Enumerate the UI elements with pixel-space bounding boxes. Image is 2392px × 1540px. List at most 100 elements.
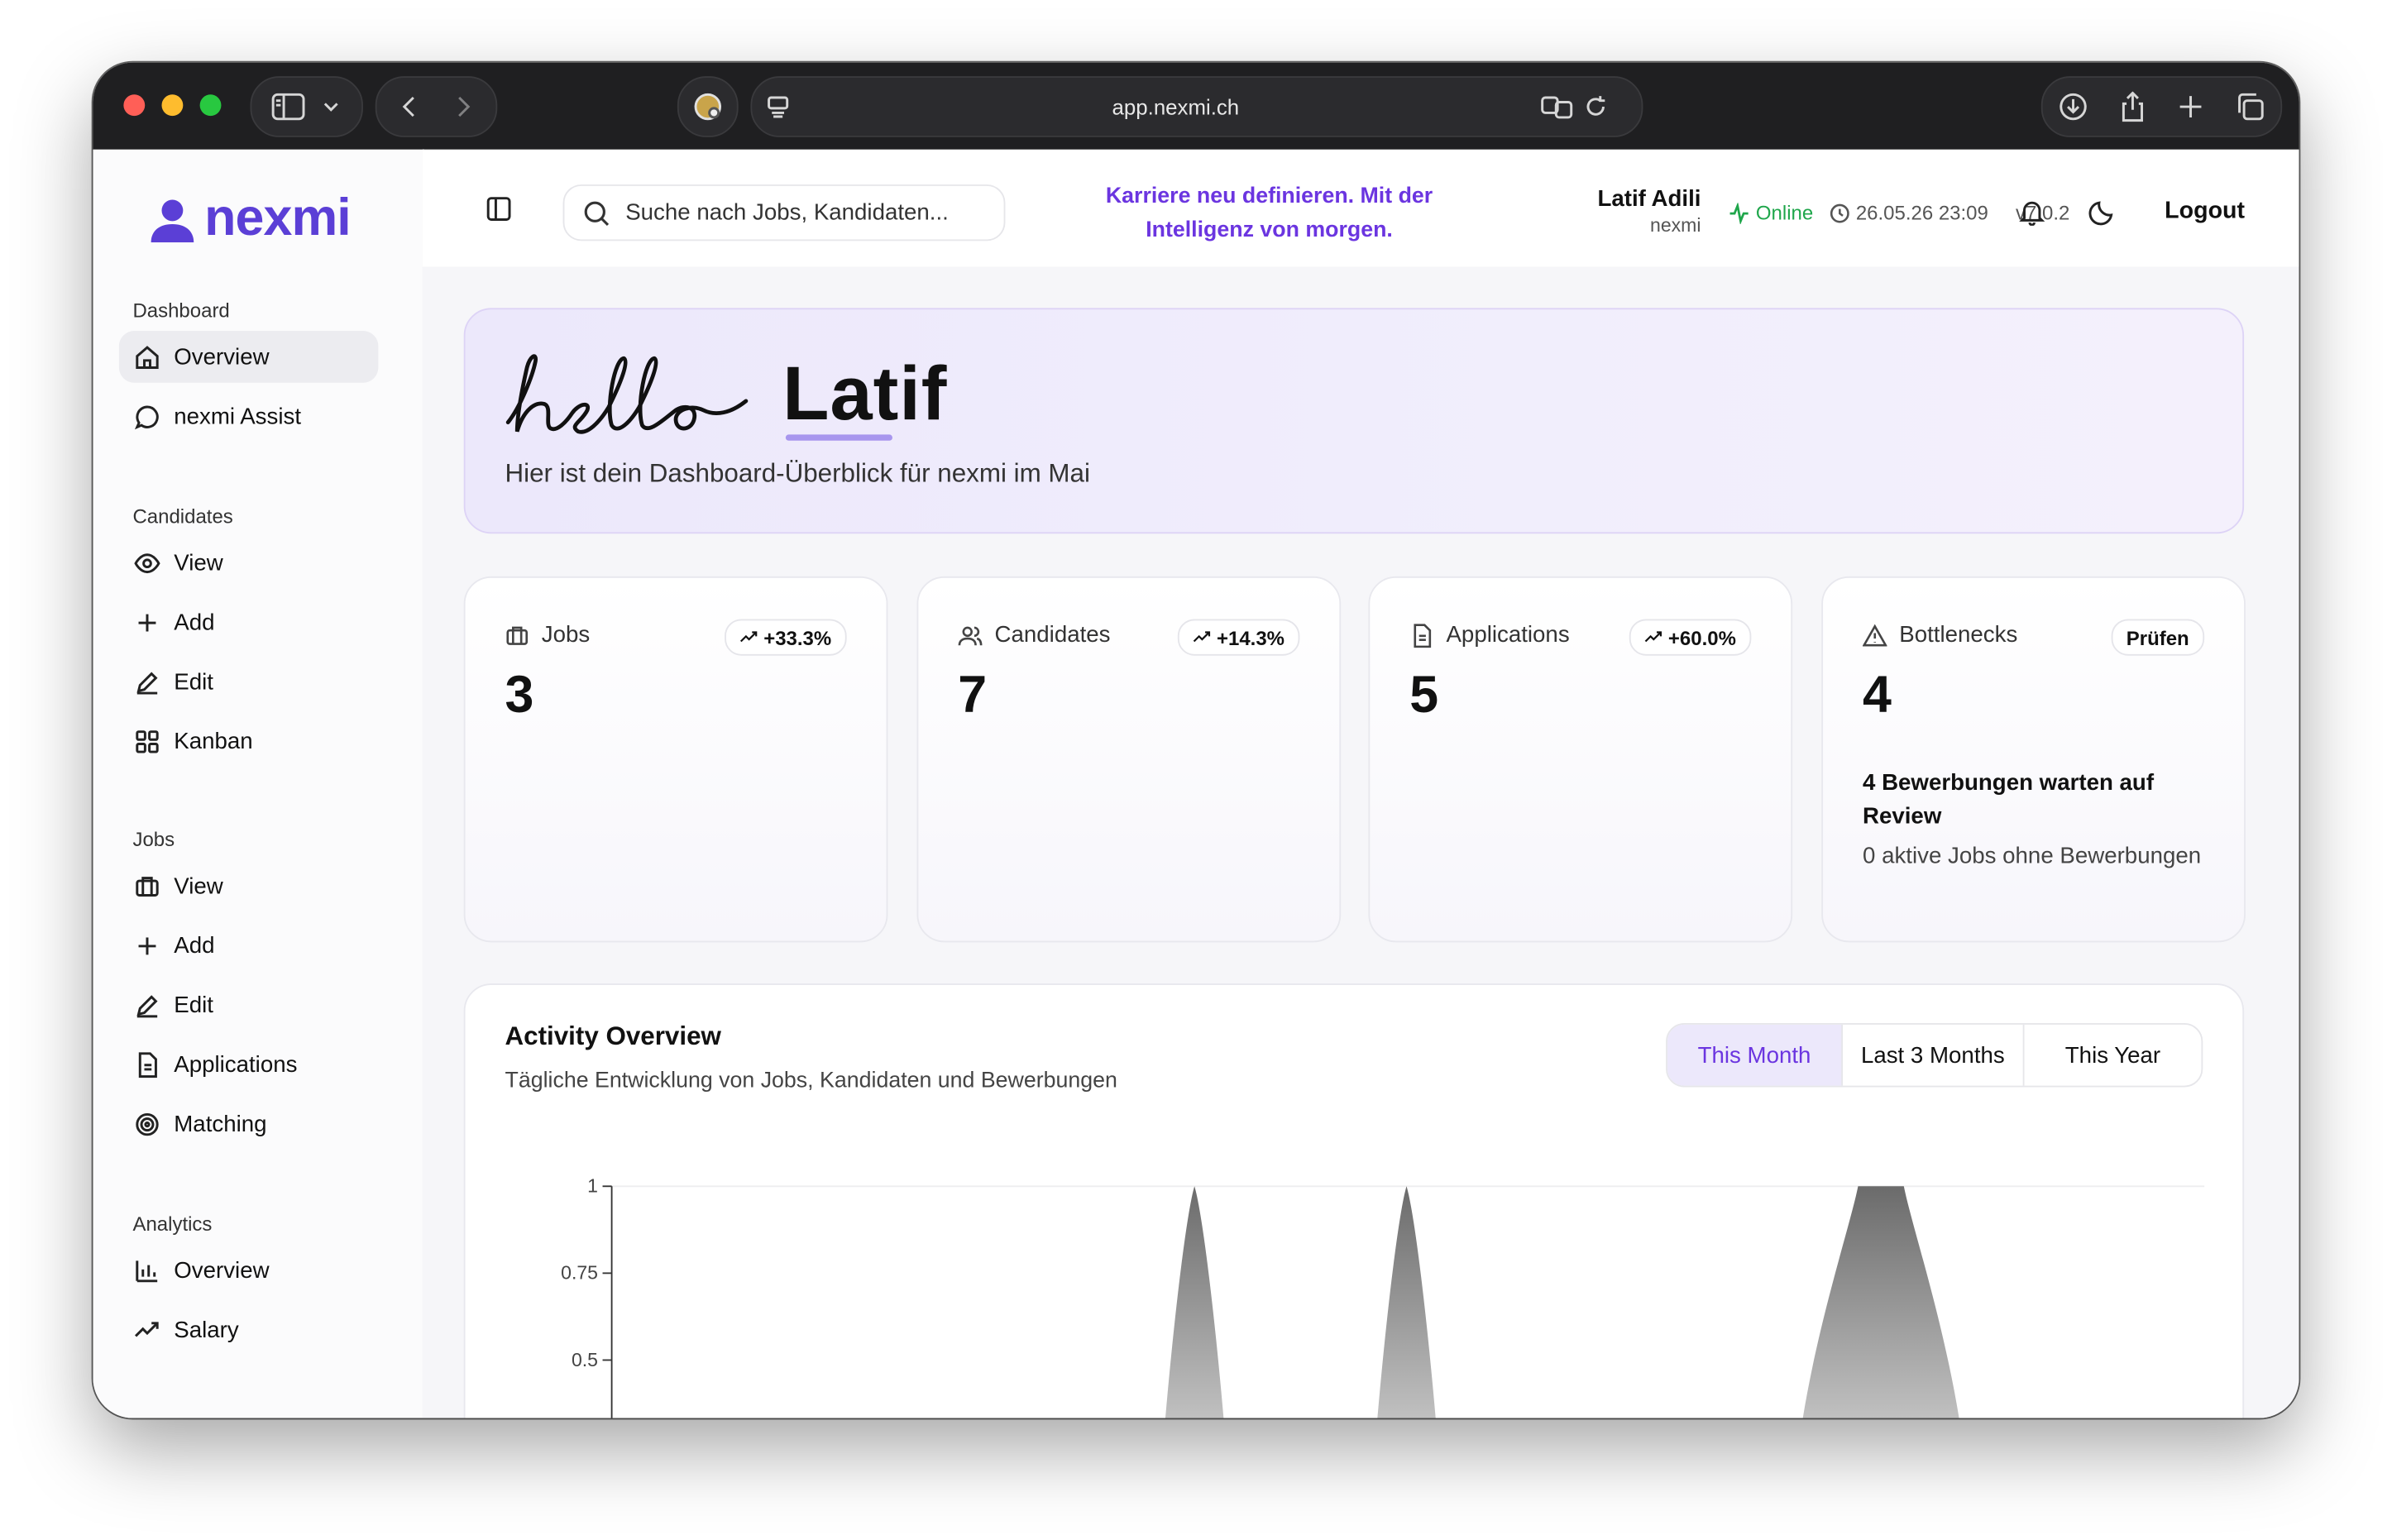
sidebar-item-candidates-view[interactable]: View [119,537,379,589]
back-icon[interactable] [398,94,419,118]
hello-text: hello [502,346,505,347]
sidebar-item-label: Kanban [174,728,253,754]
minimize-window-button[interactable] [161,94,184,117]
page-menu-icon[interactable] [766,94,791,118]
review-badge[interactable]: Prüfen [2111,619,2205,656]
sidebar-section-analytics: Analytics [132,1212,213,1236]
trend-up-icon [1192,631,1210,643]
nav-buttons [375,76,498,137]
activity-overview-panel: Activity Overview Tägliche Entwicklung v… [463,983,2245,1418]
status-text: Online [1755,201,1814,225]
logo[interactable]: nexmi [150,189,352,249]
grid-icon [136,729,159,753]
sidebar-item-jobs-add[interactable]: Add [119,920,379,972]
panel-toggle-icon[interactable] [486,195,513,222]
sidebar-item-analytics-salary[interactable]: Salary [119,1303,379,1356]
sidebar-item-label: Matching [174,1111,267,1137]
extension-button[interactable] [677,76,739,137]
sidebar-item-label: nexmi Assist [174,403,302,429]
stat-card-value: 5 [1409,666,1439,725]
user-name: Latif Adili [1597,185,1701,213]
sidebar-toggle-button[interactable] [250,76,363,137]
stat-card-bottlenecks[interactable]: Bottlenecks 4 Prüfen 4 Bewerbungen warten a… [1821,576,2246,943]
sidebar-item-label: Salary [174,1316,239,1343]
y-tick-label: 0.75 [561,1262,598,1284]
sidebar-item-candidates-edit[interactable]: Edit [119,656,379,708]
browser-titlebar: app.nexmi.ch [93,62,2299,151]
briefcase-icon [506,625,529,644]
chart-area-peak-3 [1802,1186,1959,1418]
tagline: Karriere neu definieren. Mit der Intelli… [1105,184,1433,243]
users-icon [958,625,983,645]
sidebar-section-jobs: Jobs [132,828,175,851]
document-icon [1414,623,1432,648]
stat-card-candidates[interactable]: Candidates 7 +14.3% [916,576,1342,943]
target-icon [136,1112,159,1136]
trend-badge: +14.3% [1177,619,1300,656]
activity-chart: 1 0.75 0.5 [561,1175,2205,1418]
sidebar-item-label: Overview [174,343,270,371]
sidebar-item-analytics-overview[interactable]: Overview [119,1244,379,1296]
trend-badge: +60.0% [1628,619,1752,656]
bottleneck-secondary: 0 aktive Jobs ohne Bewerbungen [1862,843,2202,869]
search-placeholder: Suche nach Jobs, Kandidaten... [625,199,949,226]
badge-text: +60.0% [1667,625,1736,649]
chevron-down-icon [323,103,338,112]
pencil-icon [136,671,158,694]
stat-card-title-text: Applications [1446,622,1570,648]
translate-icon[interactable] [1541,94,1575,119]
sidebar-item-candidates-kanban[interactable]: Kanban [119,715,379,768]
main-content: hello Latif Hier ist dein Dashboard-Über… [422,266,2299,1418]
sidebar-item-label: View [174,873,223,899]
badge-text: Prüfen [2126,625,2189,649]
bell-icon[interactable] [2018,198,2045,226]
search-input[interactable]: Suche nach Jobs, Kandidaten... [562,184,1006,242]
welcome-banner: hello Latif Hier ist dein Dashboard-Über… [463,308,2245,534]
search-icon [584,200,610,226]
url-text: app.nexmi.ch [1112,94,1240,119]
y-tick-label: 0.5 [572,1349,598,1370]
sidebar-item-label: Applications [174,1051,298,1078]
stat-card-title: Applications [1409,622,1570,648]
sidebar-item-dashboard-overview[interactable]: Overview [118,331,379,383]
address-bar[interactable]: app.nexmi.ch [750,76,1643,137]
reload-icon[interactable] [1584,94,1609,118]
sidebar-item-label: Add [174,609,215,635]
activity-pulse-icon [1729,202,1749,224]
hero-user-name: Latif [782,351,948,437]
chat-bubble-icon [134,404,159,429]
stat-card-title: Candidates [958,622,1111,648]
share-icon[interactable] [2119,91,2146,122]
hello-script: hello [502,346,749,434]
maximize-window-button[interactable] [199,94,222,117]
moon-icon[interactable] [2088,198,2116,226]
plus-icon [138,936,156,954]
extension-icon [694,93,722,121]
sidebar-item-jobs-applications[interactable]: Applications [119,1038,379,1090]
sidebar-icon [271,93,305,121]
sidebar-item-label: Edit [174,668,213,695]
hello-script-path [505,354,749,434]
badge-text: +14.3% [1216,625,1285,649]
stat-card-jobs[interactable]: Jobs 3 +33.3% [463,576,888,943]
new-tab-icon[interactable] [2177,93,2204,120]
trend-badge: +33.3% [724,619,847,656]
sidebar: nexmi Dashboard Overview nexmi Assist Candi… [93,149,424,1418]
stat-card-title-text: Jobs [541,622,591,648]
close-window-button[interactable] [123,94,146,117]
download-icon[interactable] [2058,92,2088,122]
sidebar-item-jobs-view[interactable]: View [119,860,379,912]
sidebar-item-jobs-matching[interactable]: Matching [119,1098,379,1150]
sidebar-item-dashboard-nexmi-assist[interactable]: nexmi Assist [119,390,379,442]
logout-button[interactable]: Logout [2165,198,2245,226]
plus-icon [138,613,156,631]
stat-card-applications[interactable]: Applications 5 +60.0% [1368,576,1793,943]
trend-up-icon [135,1321,159,1337]
forward-icon[interactable] [453,94,475,118]
trend-up-icon [739,631,757,643]
sidebar-item-candidates-add[interactable]: Add [119,596,379,648]
sidebar-item-jobs-edit[interactable]: Edit [119,979,379,1031]
chart-area-peak-2 [1377,1186,1436,1418]
user-profile[interactable]: Latif Adili nexmi [1500,186,1701,237]
tabs-overview-icon[interactable] [2235,92,2265,122]
